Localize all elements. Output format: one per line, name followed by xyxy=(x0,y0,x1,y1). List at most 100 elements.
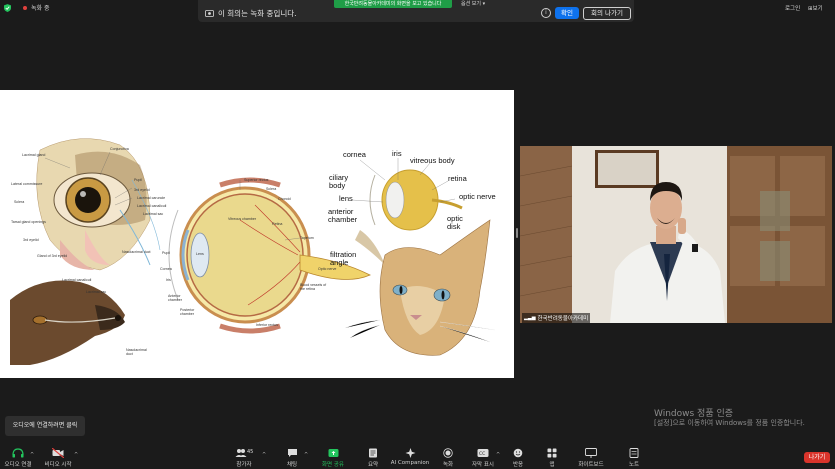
screen-share-banner: 한국반려동물아카데미의 화면을 보고 있습니다 xyxy=(334,0,452,8)
label-lens: lens xyxy=(339,194,353,203)
apps-button[interactable]: 앱 xyxy=(530,448,574,468)
label-cs-pupil: Pupil xyxy=(162,251,170,255)
label-inferior-rectus: Inferior rectus xyxy=(256,323,278,327)
label-cs-cornea: Cornea xyxy=(160,267,172,271)
leave-meeting-button[interactable]: 회의 나가기 xyxy=(583,7,631,20)
video-off-icon xyxy=(52,448,64,458)
label-lacrimal-sac: Lacrimal sac xyxy=(143,212,164,216)
label-superior-rectus: Superior rectus xyxy=(244,178,269,182)
chat-label: 채팅 xyxy=(286,462,298,468)
whiteboard-icon xyxy=(585,448,597,458)
label-dh-lacrimal-canaliculi: Lacrimal canaliculi xyxy=(62,278,92,282)
captions-icon: CC xyxy=(477,449,489,457)
apps-icon xyxy=(547,448,557,458)
chat-button[interactable]: 채팅 xyxy=(270,448,314,468)
label-cs-anterior-chamber: Anterior chamber xyxy=(168,294,182,302)
view-button-label: 보기 xyxy=(812,6,823,12)
label-retina-cs: Retina xyxy=(272,222,283,226)
label-anterior-chamber: anterior chamber xyxy=(328,207,358,224)
audio-connect-button[interactable]: 오디오 연결 xyxy=(0,448,40,468)
view-options-label: 옵션 보기 xyxy=(461,1,481,7)
label-vitreous-chamber: Vitreous chamber xyxy=(228,217,257,221)
ai-companion-label: AI Companion xyxy=(390,460,430,466)
view-button[interactable]: ⊞보기 xyxy=(808,4,823,12)
participant-name: 한국반려동물아카데미 xyxy=(537,316,589,322)
participant-video[interactable] xyxy=(520,146,832,323)
participant-name-tag: ▂▃▅ 한국반려동물아카데미 xyxy=(522,313,591,323)
label-cs-sclera: Sclera xyxy=(266,187,277,191)
headphone-icon xyxy=(12,448,24,458)
whiteboard-button[interactable]: 화이트보드 xyxy=(569,448,613,468)
label-conjunctiva: Conjunctiva xyxy=(110,147,129,151)
notes-icon xyxy=(629,448,639,458)
label-dh-lacrimal-sac: Lacrimal sac xyxy=(86,290,107,294)
label-lateral-commissure: Lateral commissure xyxy=(11,182,43,186)
shield-check-icon xyxy=(4,3,11,12)
label-filtration-angle: filtration angle xyxy=(330,250,357,267)
recording-label: 녹화 중 xyxy=(31,5,50,12)
video-label: 비디오 시작 xyxy=(44,462,72,468)
label-ciliary-body: ciliary body xyxy=(329,173,349,190)
label-optic-disk: optic disk xyxy=(447,214,463,231)
windows-activation-subtitle: [설정]으로 이동하여 Windows를 정품 인증합니다. xyxy=(654,419,805,427)
label-gland-of-3rd-eyelid: Gland of 3rd eyelid xyxy=(37,254,68,258)
label-3rd-eyelid-lower: 3rd eyelid xyxy=(23,238,39,242)
participants-button[interactable]: 45 참가자 xyxy=(222,448,266,468)
participants-count: 45 xyxy=(247,449,253,455)
label-tarsal-gland-openings: Tarsal gland openings xyxy=(11,220,46,224)
sign-in-button[interactable]: 로그인 xyxy=(785,4,800,12)
recording-notice: 이 회의는 녹화 중입니다. xyxy=(205,8,297,19)
label-choroid: Choroid xyxy=(278,197,291,201)
label-nasolacrimal-duct: Nasolacrimal duct xyxy=(122,250,151,254)
whiteboard-label: 화이트보드 xyxy=(578,462,604,468)
label-dh-nasolacrimal-duct: Nasolacrimal duct xyxy=(126,348,147,356)
cloud-record-icon xyxy=(205,10,214,17)
label-cs-iris: Iris xyxy=(166,278,171,282)
start-video-button[interactable]: 비디오 시작 xyxy=(36,448,80,468)
apps-label: 앱 xyxy=(549,462,555,468)
svg-text:CC: CC xyxy=(479,451,485,457)
label-optic-nerve: optic nerve xyxy=(459,192,496,201)
panel-resize-handle[interactable] xyxy=(516,228,518,238)
smiley-icon xyxy=(513,448,523,458)
confirm-button[interactable]: 확인 xyxy=(555,7,579,19)
share-screen-icon xyxy=(328,449,338,457)
label-iris: iris xyxy=(392,149,402,158)
info-icon[interactable]: i xyxy=(541,8,551,18)
record-label: 녹화 xyxy=(442,462,454,468)
audio-tooltip: 오디오에 연결하려면 클릭 xyxy=(5,416,85,436)
label-cs-lens: Lens xyxy=(196,252,204,256)
recording-indicator[interactable]: 녹화 중 xyxy=(4,3,49,12)
exit-button[interactable]: 나가기 xyxy=(804,452,830,463)
shared-screen-slide: Lacrimal gland Conjunctiva Lateral commi… xyxy=(0,90,514,378)
notes-button[interactable]: 노트 xyxy=(612,448,656,468)
share-screen-label: 화면 공유 xyxy=(322,462,344,468)
chevron-down-icon: ▾ xyxy=(482,1,486,7)
presenter-video-frame xyxy=(520,146,832,323)
label-pupil: Pupil xyxy=(134,178,142,182)
audio-label: 오디오 연결 xyxy=(4,462,32,468)
document-icon xyxy=(369,448,377,458)
label-cornea: cornea xyxy=(343,150,366,159)
audio-options-caret[interactable]: ^ xyxy=(30,452,34,458)
sparkle-icon xyxy=(405,448,415,458)
chat-options-caret[interactable]: ^ xyxy=(304,452,308,458)
label-lacrimal-canaliculi: Lacrimal canaliculi xyxy=(137,204,167,208)
chat-bubble-icon xyxy=(287,449,297,457)
label-3rd-eyelid: 3rd eyelid xyxy=(134,188,150,192)
label-vitreous-body: vitreous body xyxy=(410,156,455,165)
recording-notice-text: 이 회의는 녹화 중입니다. xyxy=(218,9,297,18)
captions-label: 자막 표시 xyxy=(472,462,494,468)
eye-anatomy-illustration xyxy=(10,138,496,365)
signal-bars-icon: ▂▃▅ xyxy=(524,315,536,321)
summary-label: 요약 xyxy=(367,462,379,468)
label-lacrimal-caruncle: Lacrimal caruncle xyxy=(137,196,166,200)
label-sclera: Sclera xyxy=(14,200,25,204)
view-options-dropdown[interactable]: 옵션 보기 ▾ xyxy=(461,0,485,8)
video-options-caret[interactable]: ^ xyxy=(74,452,78,458)
participants-options-caret[interactable]: ^ xyxy=(262,452,266,458)
reactions-label: 반응 xyxy=(512,462,524,468)
label-cs-posterior-chamber: Posterior chamber xyxy=(180,308,195,316)
label-tapetum: Tapetum xyxy=(300,236,314,240)
share-screen-button[interactable]: 화면 공유 xyxy=(311,448,355,468)
